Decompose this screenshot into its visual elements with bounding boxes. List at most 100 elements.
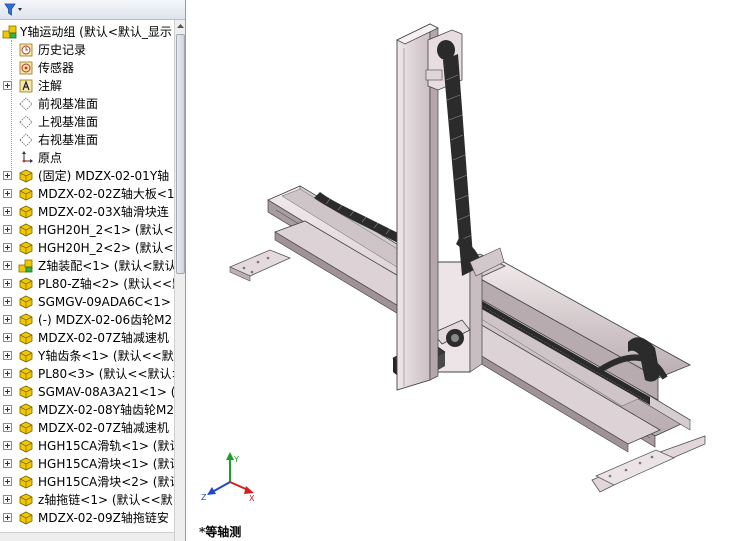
tree-item-label: 注解	[38, 79, 63, 93]
expand-icon[interactable]	[3, 297, 12, 306]
tree-item[interactable]: HGH20H_2<2> (默认<-	[0, 239, 174, 257]
expand-icon[interactable]	[3, 315, 12, 324]
tree-item[interactable]: HGH15CA滑块<1> (默认	[0, 455, 174, 473]
tree-item-label: PL80<3> (默认<<默认>	[38, 367, 174, 381]
annotation-icon	[19, 79, 33, 93]
tree-item-label: HGH15CA滑块<1> (默认	[38, 457, 174, 471]
graphics-viewport[interactable]	[187, 0, 752, 541]
expand-icon[interactable]	[3, 459, 12, 468]
tree-item[interactable]: PL80-Z轴<2> (默认<<默	[0, 275, 174, 293]
tree-item-label: Y轴齿条<1> (默认<<默	[38, 349, 174, 363]
tree-item[interactable]: MDZX-02-07Z轴减速机	[0, 419, 174, 437]
part-icon	[19, 277, 33, 291]
vertical-scrollbar[interactable]	[174, 20, 186, 541]
tree-item-label: 传感器	[38, 61, 75, 75]
tree-item[interactable]: HGH20H_2<1> (默认<-	[0, 221, 174, 239]
expand-icon[interactable]	[3, 477, 12, 486]
tree-item[interactable]: 传感器	[0, 59, 174, 77]
part-icon	[19, 187, 33, 201]
filter-icon[interactable]	[4, 3, 26, 17]
plane-icon	[19, 97, 33, 111]
tree-item[interactable]: MDZX-02-02Z轴大板<1	[0, 185, 174, 203]
plane-icon	[19, 133, 33, 147]
part-icon	[19, 205, 33, 219]
tree-item-label: HGH15CA滑块<2> (默认	[38, 475, 174, 489]
expand-icon[interactable]	[3, 333, 12, 342]
expand-icon[interactable]	[3, 225, 12, 234]
tree-item-label: 右视基准面	[38, 133, 99, 147]
tree-item-label: MDZX-02-03X轴滑块连	[38, 205, 169, 219]
tree-root[interactable]: Y轴运动组 (默认<默认_显示	[0, 23, 174, 41]
part-icon	[19, 295, 33, 309]
expand-icon[interactable]	[3, 171, 12, 180]
part-icon	[19, 493, 33, 507]
tree-item-label: 上视基准面	[38, 115, 99, 129]
tree-item-label: MDZX-02-08Y轴齿轮M2	[38, 403, 174, 417]
tree-item-label: z轴拖链<1> (默认<<默	[38, 493, 173, 507]
expand-icon[interactable]	[3, 423, 12, 432]
tree-item-label: MDZX-02-02Z轴大板<1	[38, 187, 174, 201]
tree-item-label: PL80-Z轴<2> (默认<<默	[38, 277, 174, 291]
expand-icon[interactable]	[3, 351, 12, 360]
part-icon	[19, 511, 33, 525]
tree-item[interactable]: (-) MDZX-02-06齿轮M2	[0, 311, 174, 329]
origin-icon	[22, 151, 33, 163]
tree-item[interactable]: MDZX-02-03X轴滑块连	[0, 203, 174, 221]
horizontal-scrollbar[interactable]	[0, 532, 174, 541]
tree-item[interactable]: MDZX-02-08Y轴齿轮M2	[0, 401, 174, 419]
triad-x-label: X	[249, 494, 255, 503]
feature-tree: Y轴运动组 (默认<默认_显示 历史记录传感器注解前视基准面上视基准面右视基准面…	[0, 22, 174, 532]
expand-icon[interactable]	[3, 189, 12, 198]
tree-item[interactable]: PL80<3> (默认<<默认>	[0, 365, 174, 383]
assembly-icon	[2, 25, 17, 39]
subassembly-icon	[18, 259, 33, 273]
expand-icon[interactable]	[3, 279, 12, 288]
tree-item[interactable]: SGMGV-09ADA6C<1>	[0, 293, 174, 311]
tree-item[interactable]: 原点	[0, 149, 174, 167]
tree-item[interactable]: Z轴装配<1> (默认<默认	[0, 257, 174, 275]
scrollbar-thumb[interactable]	[176, 34, 185, 274]
part-icon	[19, 313, 33, 327]
tree-item[interactable]: 历史记录	[0, 41, 174, 59]
expand-icon[interactable]	[3, 441, 12, 450]
tree-root-label: Y轴运动组 (默认<默认_显示	[20, 25, 172, 39]
view-orientation-label: *等轴测	[199, 525, 242, 539]
tree-item[interactable]: 上视基准面	[0, 113, 174, 131]
tree-item[interactable]: SGMAV-08A3A21<1> (	[0, 383, 174, 401]
part-icon	[19, 367, 33, 381]
tree-item[interactable]: 前视基准面	[0, 95, 174, 113]
tree-item[interactable]: z轴拖链<1> (默认<<默	[0, 491, 174, 509]
expand-icon[interactable]	[3, 261, 12, 270]
expand-icon[interactable]	[3, 387, 12, 396]
tree-item[interactable]: HGH15CA滑块<2> (默认	[0, 473, 174, 491]
sensor-icon	[19, 61, 33, 75]
tree-item[interactable]: MDZX-02-07Z轴减速机	[0, 329, 174, 347]
gantry-robot-model	[229, 23, 706, 493]
tree-item[interactable]: Y轴齿条<1> (默认<<默	[0, 347, 174, 365]
tree-item-label: MDZX-02-07Z轴减速机	[38, 421, 169, 435]
expand-icon[interactable]	[3, 405, 12, 414]
tree-item[interactable]: (固定) MDZX-02-01Y轴	[0, 167, 174, 185]
tree-item[interactable]: HGH15CA滑轨<1> (默认	[0, 437, 174, 455]
panel-toolbar	[0, 0, 185, 20]
tree-item[interactable]: 右视基准面	[0, 131, 174, 149]
tree-item-label: SGMGV-09ADA6C<1>	[38, 295, 171, 309]
tree-item-label: HGH15CA滑轨<1> (默认	[38, 439, 174, 453]
tree-item[interactable]: MDZX-02-09Z轴拖链安	[0, 509, 174, 527]
tree-item-label: (-) MDZX-02-06齿轮M2	[38, 313, 173, 327]
tree-item-label: HGH20H_2<1> (默认<-	[38, 223, 174, 237]
expand-icon[interactable]	[3, 207, 12, 216]
tree-item-label: 前视基准面	[38, 97, 99, 111]
expand-icon[interactable]	[3, 243, 12, 252]
tree-item[interactable]: 注解	[0, 77, 174, 95]
part-icon	[19, 439, 33, 453]
tree-item-label: Z轴装配<1> (默认<默认	[38, 259, 174, 273]
expand-icon[interactable]	[3, 369, 12, 378]
part-icon	[19, 349, 33, 363]
expand-icon[interactable]	[3, 513, 12, 522]
expand-icon[interactable]	[3, 81, 12, 90]
tree-item-label: MDZX-02-07Z轴减速机	[38, 331, 169, 345]
expand-icon[interactable]	[3, 495, 12, 504]
scroll-up-icon[interactable]	[175, 20, 186, 32]
part-icon	[19, 457, 33, 471]
